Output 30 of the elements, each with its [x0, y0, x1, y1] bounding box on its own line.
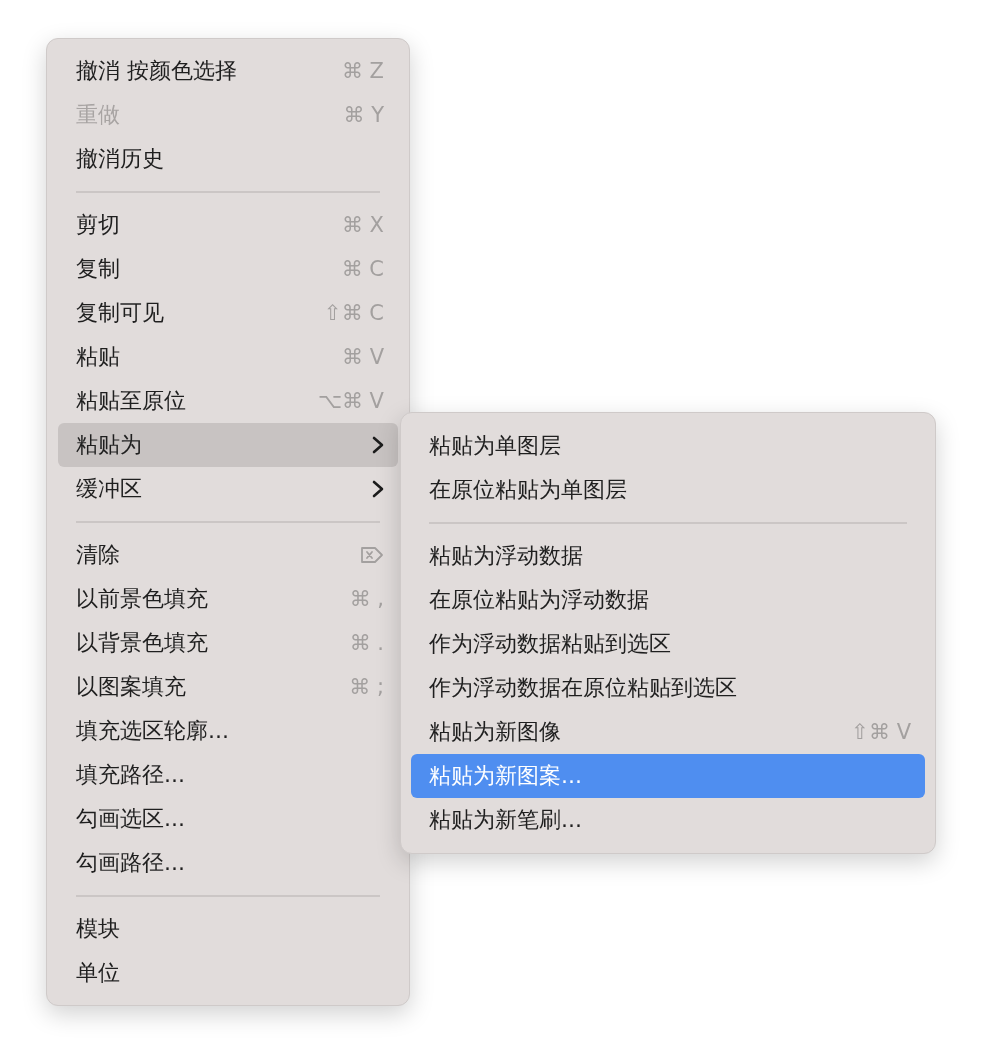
menu-item[interactable]: 粘贴为 — [58, 423, 398, 467]
menu-item[interactable]: 单位 — [58, 951, 398, 995]
menu-item[interactable]: 填充选区轮廓... — [58, 709, 398, 753]
menu-item[interactable]: 作为浮动数据粘贴到选区 — [411, 622, 925, 666]
menu-item[interactable]: 粘贴为浮动数据 — [411, 534, 925, 578]
menu-item[interactable]: 在原位粘贴为浮动数据 — [411, 578, 925, 622]
menu-item[interactable]: 粘贴为单图层 — [411, 424, 925, 468]
menu-item[interactable]: 粘贴为新笔刷... — [411, 798, 925, 842]
menu-item[interactable]: 在原位粘贴为单图层 — [411, 468, 925, 512]
menu-item[interactable]: 勾画路径... — [58, 841, 398, 885]
menu-item[interactable]: 粘贴为新图像 ⇧⌘ V — [411, 710, 925, 754]
menu-item[interactable]: 模块 — [58, 907, 398, 951]
menu-item[interactable]: 勾画选区... — [58, 797, 398, 841]
chevron-right-icon — [372, 480, 384, 498]
menu-item[interactable]: 撤消历史 — [58, 137, 398, 181]
menu-item[interactable]: 填充路径... — [58, 753, 398, 797]
menu-item[interactable]: 粘贴 ⌘ V — [58, 335, 398, 379]
menu-item[interactable]: 复制可见 ⇧⌘ C — [58, 291, 398, 335]
menu-item[interactable]: 复制 ⌘ C — [58, 247, 398, 291]
menu-item[interactable]: 撤消 按颜色选择 ⌘ Z — [58, 49, 398, 93]
delete-key-icon — [360, 546, 384, 564]
menu-item[interactable]: 以图案填充 ⌘ ; — [58, 665, 398, 709]
menu-item[interactable]: 以前景色填充 ⌘ , — [58, 577, 398, 621]
menu-item[interactable]: 剪切 ⌘ X — [58, 203, 398, 247]
menu-item[interactable]: 缓冲区 — [58, 467, 398, 511]
menu-item[interactable]: 作为浮动数据在原位粘贴到选区 — [411, 666, 925, 710]
menu-item[interactable]: 粘贴至原位 ⌥⌘ V — [58, 379, 398, 423]
menu-item[interactable]: 清除 — [58, 533, 398, 577]
menu-item[interactable]: 以背景色填充 ⌘ . — [58, 621, 398, 665]
chevron-right-icon — [372, 436, 384, 454]
